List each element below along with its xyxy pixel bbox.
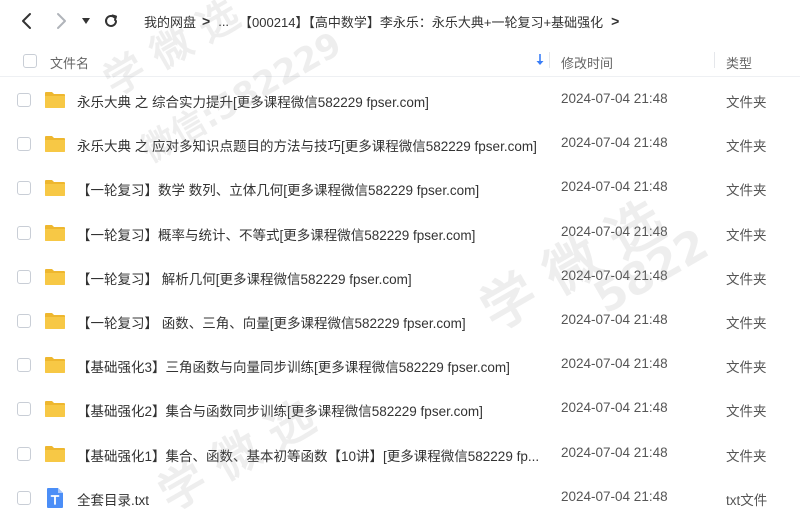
column-header-time[interactable]: 修改时间 xyxy=(561,53,613,72)
file-row[interactable]: 【一轮复习】 函数、三角、向量[更多课程微信582229 fpser.com] 2… xyxy=(0,299,800,343)
toolbar: 我的网盘 > ... 【000214】【高中数学】李永乐：永乐大典+一轮复习+基… xyxy=(0,0,800,42)
column-header-name[interactable]: 文件名 xyxy=(50,53,89,72)
column-divider[interactable] xyxy=(714,52,715,68)
file-name[interactable]: 【一轮复习】 函数、三角、向量[更多课程微信582229 fpser.com] xyxy=(77,312,466,332)
breadcrumb-current: 【000214】【高中数学】李永乐：永乐大典+一轮复习+基础强化 xyxy=(239,14,604,30)
chevron-left-icon xyxy=(22,13,31,29)
file-row[interactable]: 【基础强化1】集合、函数、基本初等函数【10讲】[更多课程微信582229 fp… xyxy=(0,432,800,476)
file-type: 文件夹 xyxy=(726,404,767,420)
txt-file-icon xyxy=(44,487,66,509)
folder-icon xyxy=(44,222,66,244)
file-name[interactable]: 永乐大典 之 综合实力提升[更多课程微信582229 fpser.com] xyxy=(77,91,429,111)
file-list-header: 文件名 修改时间 类型 xyxy=(0,44,800,77)
select-all-checkbox[interactable] xyxy=(23,54,37,68)
file-modified-time: 2024-07-04 21:48 xyxy=(561,400,668,416)
file-type: 文件夹 xyxy=(726,448,767,464)
file-row[interactable]: 【一轮复习】数学 数列、立体几何[更多课程微信582229 fpser.com]… xyxy=(0,166,800,210)
folder-icon xyxy=(44,177,66,199)
file-modified-time: 2024-07-04 21:48 xyxy=(561,312,668,327)
file-name[interactable]: 永乐大典 之 应对多知识点题目的方法与技巧[更多课程微信582229 fpser… xyxy=(77,135,537,155)
folder-icon xyxy=(44,266,66,288)
row-checkbox[interactable] xyxy=(17,314,31,328)
file-modified-time: 2024-07-04 21:48 xyxy=(561,356,668,372)
file-modified-time: 2024-07-04 21:48 xyxy=(561,91,668,106)
folder-icon xyxy=(44,443,66,465)
file-row[interactable]: 【基础强化2】集合与函数同步训练[更多课程微信582229 fpser.com]… xyxy=(0,387,800,431)
row-checkbox[interactable] xyxy=(17,93,31,107)
file-modified-time: 2024-07-04 21:48 xyxy=(561,223,668,239)
chevron-right-icon xyxy=(57,13,66,29)
row-checkbox[interactable] xyxy=(17,269,31,284)
file-row[interactable]: 永乐大典 之 应对多知识点题目的方法与技巧[更多课程微信582229 fpser… xyxy=(0,122,800,166)
file-type: 文件夹 xyxy=(726,95,767,110)
file-modified-time: 2024-07-04 21:48 xyxy=(561,267,668,283)
file-modified-time: 2024-07-04 21:48 xyxy=(561,179,668,195)
history-dropdown-button[interactable] xyxy=(78,10,94,32)
folder-icon xyxy=(44,354,66,376)
file-modified-time: 2024-07-04 21:48 xyxy=(561,135,668,151)
file-type: 文件夹 xyxy=(726,316,767,331)
row-checkbox[interactable] xyxy=(17,446,31,461)
row-checkbox[interactable] xyxy=(17,137,31,152)
folder-icon xyxy=(44,133,66,155)
breadcrumb-ellipsis[interactable]: ... xyxy=(218,14,229,29)
file-modified-time: 2024-07-04 21:48 xyxy=(561,488,668,504)
row-checkbox[interactable] xyxy=(17,181,31,196)
refresh-icon xyxy=(105,14,117,27)
folder-icon xyxy=(44,398,66,420)
row-checkbox[interactable] xyxy=(17,358,31,373)
file-row[interactable]: 【基础强化3】三角函数与向量同步训练[更多课程微信582229 fpser.co… xyxy=(0,343,800,387)
row-checkbox[interactable] xyxy=(17,225,31,240)
file-type: 文件夹 xyxy=(726,183,767,199)
row-checkbox[interactable] xyxy=(17,402,31,417)
column-header-type[interactable]: 类型 xyxy=(726,53,752,72)
file-name[interactable]: 【基础强化1】集合、函数、基本初等函数【10讲】[更多课程微信582229 fp… xyxy=(77,445,539,465)
file-type: 文件夹 xyxy=(726,227,767,243)
file-name[interactable]: 【基础强化3】三角函数与向量同步训练[更多课程微信582229 fpser.co… xyxy=(77,356,510,376)
file-type: 文件夹 xyxy=(726,271,767,287)
column-divider[interactable] xyxy=(549,52,550,68)
breadcrumb-trail-separator[interactable]: > xyxy=(611,13,619,29)
back-button[interactable] xyxy=(16,10,38,32)
folder-icon xyxy=(44,89,66,111)
row-checkbox[interactable] xyxy=(17,490,31,505)
file-row[interactable]: 【一轮复习】概率与统计、不等式[更多课程微信582229 fpser.com] 2… xyxy=(0,211,800,255)
file-name[interactable]: 全套目录.txt xyxy=(77,489,149,509)
caret-down-icon xyxy=(82,18,90,24)
file-name[interactable]: 【一轮复习】概率与统计、不等式[更多课程微信582229 fpser.com] xyxy=(77,224,475,244)
file-name[interactable]: 【基础强化2】集合与函数同步训练[更多课程微信582229 fpser.com] xyxy=(77,400,483,420)
forward-button[interactable] xyxy=(50,10,72,32)
breadcrumb-separator: > xyxy=(202,13,211,29)
file-row[interactable]: 永乐大典 之 综合实力提升[更多课程微信582229 fpser.com] 202… xyxy=(0,78,800,122)
file-row[interactable]: 全套目录.txt 2024-07-04 21:48 txt文件 xyxy=(0,476,800,520)
file-name[interactable]: 【一轮复习】 解析几何[更多课程微信582229 fpser.com] xyxy=(77,268,412,288)
refresh-button[interactable] xyxy=(100,10,122,32)
file-type: txt文件 xyxy=(726,492,768,508)
file-row[interactable]: 【一轮复习】 解析几何[更多课程微信582229 fpser.com] 2024-… xyxy=(0,255,800,299)
file-type: 文件夹 xyxy=(726,360,767,376)
breadcrumb-root[interactable]: 我的网盘 xyxy=(144,12,196,31)
sort-down-icon[interactable] xyxy=(535,53,545,70)
breadcrumb: 我的网盘 > ... 【000214】【高中数学】李永乐：永乐大典+一轮复习+基… xyxy=(144,11,627,31)
file-modified-time: 2024-07-04 21:48 xyxy=(561,444,668,460)
file-name[interactable]: 【一轮复习】数学 数列、立体几何[更多课程微信582229 fpser.com] xyxy=(77,179,479,199)
folder-icon xyxy=(44,310,66,332)
file-type: 文件夹 xyxy=(726,139,767,155)
